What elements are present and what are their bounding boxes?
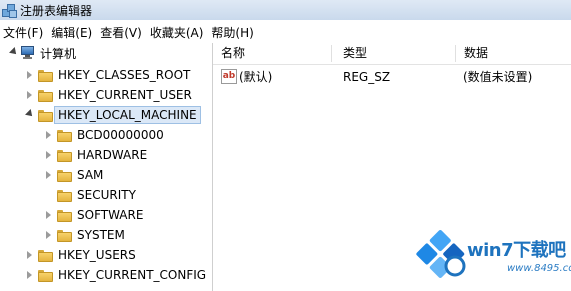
folder-icon: [38, 249, 53, 262]
tree-item-sam[interactable]: SAM: [43, 165, 103, 185]
folder-open-icon: [38, 109, 53, 122]
registry-tree[interactable]: 计算机 HKEY_CLASSES_ROOT HKEY_CURRENT_USER …: [0, 43, 213, 291]
expand-arrow-icon[interactable]: [43, 205, 55, 225]
menu-favorites[interactable]: 收藏夹(A): [146, 24, 208, 41]
window-title: 注册表编辑器: [20, 3, 93, 18]
computer-icon: [20, 46, 36, 60]
expand-arrow-icon[interactable]: [43, 165, 55, 185]
folder-icon: [57, 209, 72, 222]
folder-icon: [38, 69, 53, 82]
watermark-url: www.8495.com: [507, 263, 571, 274]
registry-editor-icon: [2, 3, 17, 18]
title-bar: 注册表编辑器: [0, 0, 571, 20]
expand-arrow-icon[interactable]: [43, 225, 55, 245]
column-header-name[interactable]: 名称: [213, 43, 331, 64]
tree-item-label: BCD00000000: [77, 128, 164, 142]
expand-arrow-icon[interactable]: [24, 245, 36, 265]
expand-arrow-icon[interactable]: [43, 145, 55, 165]
list-header: 名称 类型 数据: [213, 43, 571, 65]
tree-item-label: SAM: [77, 168, 104, 182]
watermark-text: win7下载吧: [467, 240, 566, 261]
tree-item-label: HKEY_CLASSES_ROOT: [58, 68, 191, 82]
tree-item-hkey-local-machine[interactable]: HKEY_LOCAL_MACHINE: [24, 105, 201, 125]
value-type: REG_SZ: [343, 70, 391, 84]
menu-edit[interactable]: 编辑(E): [47, 24, 96, 41]
folder-icon: [38, 89, 53, 102]
tree-item-label: HKEY_USERS: [58, 248, 136, 262]
tree-root-computer[interactable]: 计算机: [8, 43, 76, 63]
tree-item-hardware[interactable]: HARDWARE: [43, 145, 147, 165]
tree-item-label: HKEY_CURRENT_USER: [58, 88, 192, 102]
folder-icon: [57, 149, 72, 162]
tree-item-hkey-users[interactable]: HKEY_USERS: [24, 245, 136, 265]
tree-item-label: HARDWARE: [77, 148, 148, 162]
windows-logo-icon: [416, 230, 466, 278]
column-header-data[interactable]: 数据: [456, 43, 571, 64]
menu-bar: 文件(F) 编辑(E) 查看(V) 收藏夹(A) 帮助(H): [0, 22, 571, 42]
collapse-arrow-icon[interactable]: [24, 105, 36, 125]
string-value-icon: ab: [221, 69, 237, 84]
folder-icon: [38, 269, 53, 282]
folder-icon: [57, 189, 72, 202]
tree-item-bcd00000000[interactable]: BCD00000000: [43, 125, 164, 145]
expand-arrow-icon[interactable]: [24, 85, 36, 105]
tree-item-software[interactable]: SOFTWARE: [43, 205, 143, 225]
watermark: win7下载吧 www.8495.com: [415, 218, 571, 291]
menu-file[interactable]: 文件(F): [0, 24, 47, 41]
tree-item-label: HKEY_LOCAL_MACHINE: [54, 106, 201, 124]
tree-item-label: 计算机: [40, 46, 77, 61]
table-row[interactable]: ab (默认) REG_SZ (数值未设置): [213, 68, 571, 86]
tree-item-system[interactable]: SYSTEM: [43, 225, 125, 245]
folder-icon: [57, 169, 72, 182]
tree-item-hkey-current-user[interactable]: HKEY_CURRENT_USER: [24, 85, 192, 105]
tree-item-label: SOFTWARE: [77, 208, 144, 222]
tree-item-label: SECURITY: [77, 188, 136, 202]
tree-item-label: SYSTEM: [77, 228, 125, 242]
column-divider[interactable]: [331, 45, 332, 62]
expand-arrow-icon[interactable]: [24, 65, 36, 85]
folder-icon: [57, 129, 72, 142]
collapse-arrow-icon[interactable]: [8, 43, 20, 63]
tree-item-hkey-classes-root[interactable]: HKEY_CLASSES_ROOT: [24, 65, 190, 85]
menu-view[interactable]: 查看(V): [96, 24, 146, 41]
tree-item-hkey-current-config[interactable]: HKEY_CURRENT_CONFIG: [24, 265, 206, 285]
value-data: (数值未设置): [463, 70, 533, 84]
value-name: (默认): [239, 70, 273, 84]
no-arrow-spacer: [43, 185, 55, 205]
tree-item-security[interactable]: SECURITY: [43, 185, 136, 205]
expand-arrow-icon[interactable]: [24, 265, 36, 285]
menu-help[interactable]: 帮助(H): [207, 24, 257, 41]
folder-icon: [57, 229, 72, 242]
column-header-type[interactable]: 类型: [335, 43, 455, 64]
expand-arrow-icon[interactable]: [43, 125, 55, 145]
tree-item-label: HKEY_CURRENT_CONFIG: [58, 268, 207, 282]
